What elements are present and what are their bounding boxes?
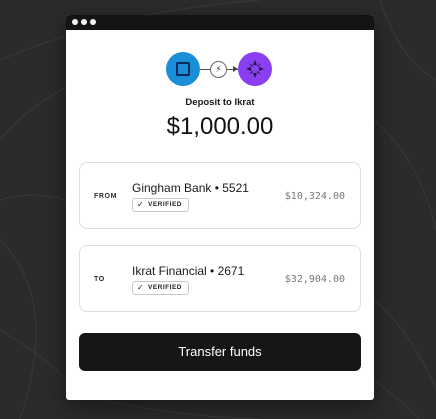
transfer-title: Deposit to Ikrat xyxy=(185,97,255,108)
destination-balance: $32,904.00 xyxy=(284,274,345,285)
transfer-window: ⚡ Deposit to Ikrat $1,000.00 FROM Gingha… xyxy=(66,15,374,400)
bank-square-icon xyxy=(176,62,190,76)
check-icon: ✓ xyxy=(137,283,145,292)
destination-account-card[interactable]: TO Ikrat Financial • 2671 ✓ VERIFIED $32… xyxy=(79,245,361,312)
transfer-funds-button[interactable]: Transfer funds xyxy=(79,333,361,371)
window-dot-icon[interactable] xyxy=(90,19,96,25)
window-dot-icon[interactable] xyxy=(81,19,87,25)
source-balance: $10,324.00 xyxy=(284,191,345,202)
verified-badge: ✓ VERIFIED xyxy=(132,281,189,295)
ikrat-star-icon xyxy=(246,60,264,78)
verified-badge: ✓ VERIFIED xyxy=(132,198,189,212)
ikrat-logo xyxy=(238,52,272,86)
source-account-name: Gingham Bank • 5521 xyxy=(132,181,249,195)
source-account-card[interactable]: FROM Gingham Bank • 5521 ✓ VERIFIED $10,… xyxy=(79,162,361,229)
window-dot-icon[interactable] xyxy=(72,19,78,25)
destination-account-name: Ikrat Financial • 2671 xyxy=(132,264,245,278)
gingham-bank-logo xyxy=(166,52,200,86)
to-label: TO xyxy=(94,276,105,283)
from-label: FROM xyxy=(94,193,118,200)
window-titlebar xyxy=(66,15,374,30)
check-icon: ✓ xyxy=(137,200,145,209)
verified-badge-label: VERIFIED xyxy=(148,284,182,291)
transfer-amount: $1,000.00 xyxy=(166,113,274,140)
transfer-flow: ⚡ xyxy=(166,52,276,86)
verified-badge-label: VERIFIED xyxy=(148,201,182,208)
lightning-icon: ⚡ xyxy=(210,61,227,78)
